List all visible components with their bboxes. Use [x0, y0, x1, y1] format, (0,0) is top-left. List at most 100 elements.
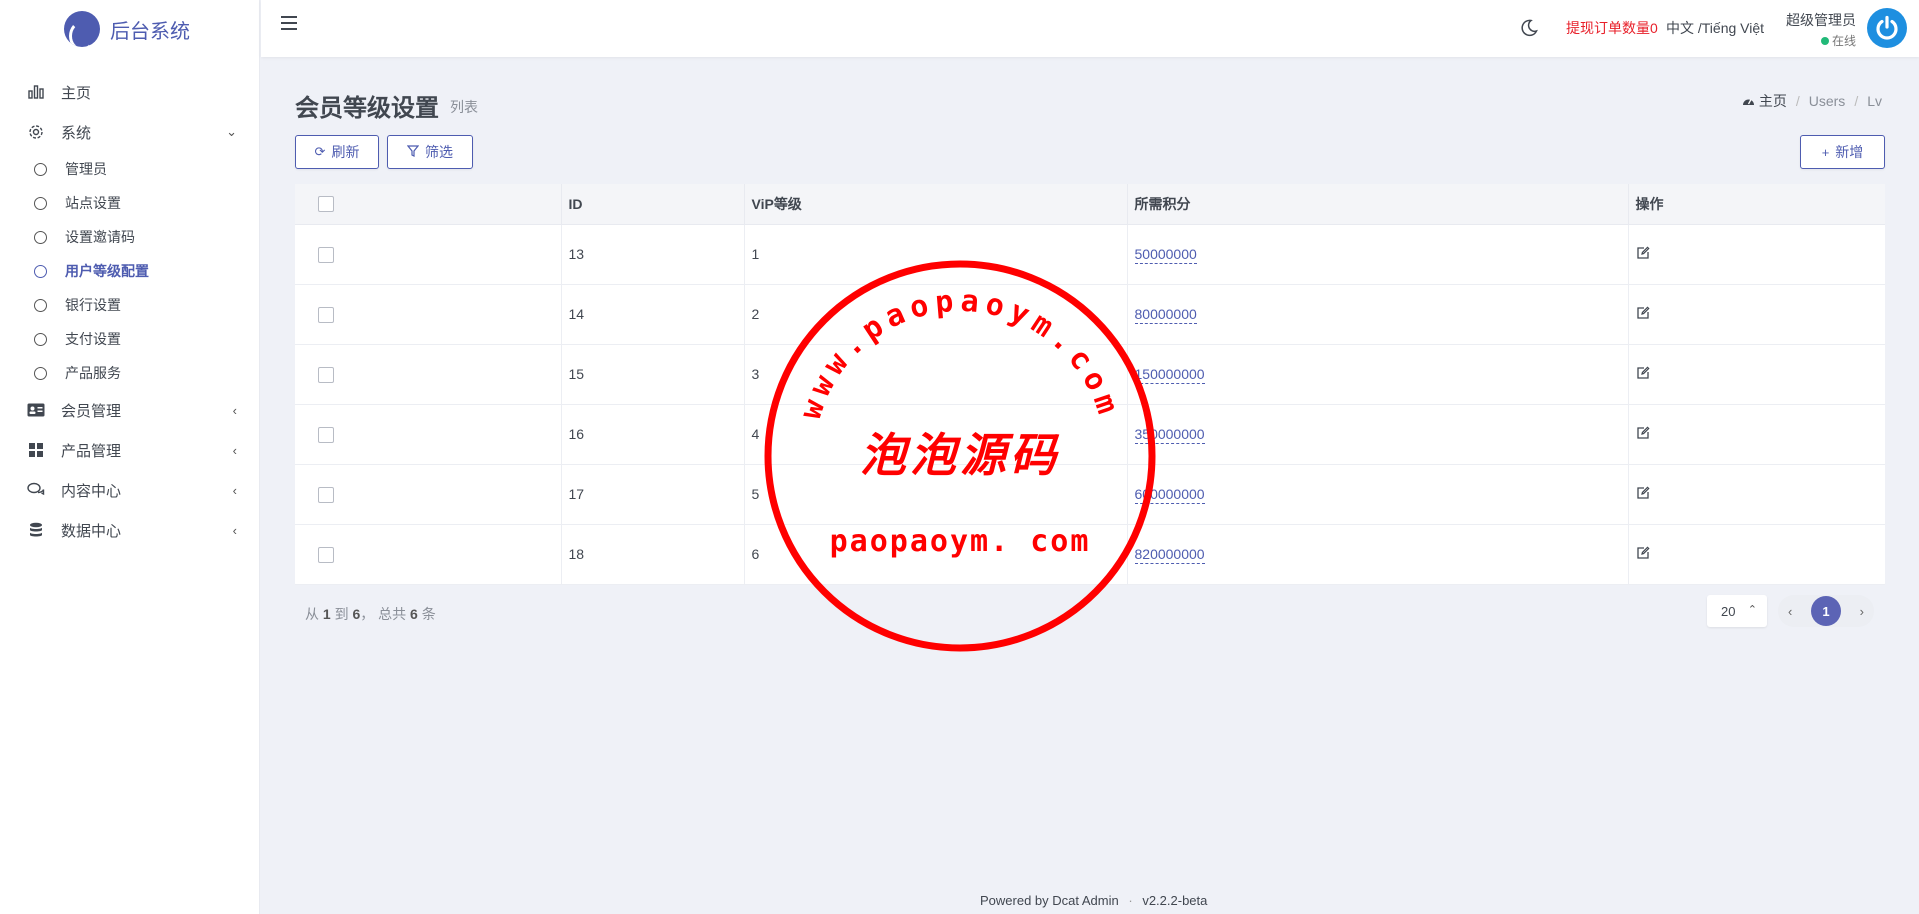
sidebar-subitem-bank[interactable]: 银行设置: [0, 288, 259, 322]
circle-icon: [34, 162, 47, 176]
circle-icon: [34, 298, 47, 312]
cell-points: 50000000: [1127, 224, 1629, 285]
points-editable-link[interactable]: 820000000: [1134, 546, 1205, 564]
column-header-vip-level: ViP等级: [744, 184, 1128, 225]
footer: Powered by Dcat Admin · v2.2.2-beta: [980, 893, 1207, 908]
sidebar-subitem-admins[interactable]: 管理员: [0, 152, 259, 186]
next-page-button[interactable]: ›: [1860, 604, 1864, 619]
points-editable-link[interactable]: 50000000: [1134, 246, 1197, 264]
id-card-icon: [27, 401, 45, 419]
row-checkbox[interactable]: [318, 366, 334, 383]
cell-vip-level: 2: [744, 284, 1128, 345]
online-dot-icon: [1820, 37, 1829, 45]
summary-text: 从: [305, 606, 319, 622]
footer-version: v2.2.2-beta: [1142, 893, 1208, 908]
table-row: 17 5 600000000: [295, 464, 1885, 525]
page-button-current[interactable]: 1: [1811, 596, 1841, 626]
row-checkbox[interactable]: [318, 426, 334, 443]
row-select-cell: [295, 344, 562, 405]
cell-actions: [1628, 284, 1885, 345]
breadcrumb-item-users[interactable]: Users: [1809, 93, 1846, 109]
sidebar-item-data[interactable]: 数据中心 ‹: [0, 510, 259, 550]
edit-icon[interactable]: [1636, 305, 1650, 320]
language-switch[interactable]: 中文 /Tiếng Việt: [1666, 18, 1764, 38]
chevron-left-icon: ‹: [232, 442, 237, 458]
row-checkbox[interactable]: [318, 306, 334, 323]
bar-chart-icon: [27, 83, 45, 101]
sidebar-item-products[interactable]: 产品管理 ‹: [0, 430, 259, 470]
gear-icon: [27, 123, 45, 141]
prev-page-button[interactable]: ‹: [1788, 604, 1792, 619]
column-header-id[interactable]: ID: [561, 184, 745, 225]
sidebar-subitem-label: 站点设置: [65, 195, 121, 211]
breadcrumb-item-lv: Lv: [1867, 93, 1882, 109]
cell-actions: [1628, 524, 1885, 585]
chevron-left-icon: ‹: [232, 482, 237, 498]
row-select-cell: [295, 524, 562, 585]
points-editable-link[interactable]: 350000000: [1134, 426, 1205, 444]
filter-icon: [406, 144, 420, 160]
cell-id: 15: [561, 344, 745, 405]
table-row: 16 4 350000000: [295, 404, 1885, 465]
breadcrumb-separator: /: [1854, 93, 1859, 109]
sidebar-item-label: 内容中心: [61, 482, 122, 500]
moon-icon[interactable]: [1519, 18, 1539, 38]
sidebar-item-content[interactable]: 内容中心 ‹: [0, 470, 259, 510]
sidebar-item-members[interactable]: 会员管理 ‹: [0, 390, 259, 430]
select-all-checkbox[interactable]: [318, 196, 334, 213]
edit-icon[interactable]: [1636, 425, 1650, 440]
circle-icon: [34, 332, 47, 346]
withdraw-orders-link[interactable]: 提现订单数量0: [1566, 18, 1658, 38]
sidebar-subitem-payment[interactable]: 支付设置: [0, 322, 259, 356]
refresh-icon: ⟳: [314, 144, 326, 159]
cell-points: 820000000: [1127, 524, 1629, 585]
cell-points: 350000000: [1127, 404, 1629, 465]
points-editable-link[interactable]: 600000000: [1134, 486, 1205, 504]
circle-icon: [34, 196, 47, 210]
breadcrumb-home[interactable]: 主页: [1742, 91, 1787, 111]
sidebar-subitem-site-settings[interactable]: 站点设置: [0, 186, 259, 220]
refresh-button-label: 刷新: [331, 144, 360, 160]
edit-icon[interactable]: [1636, 545, 1650, 560]
summary-text: 到: [334, 606, 349, 622]
cell-id: 17: [561, 464, 745, 525]
user-menu[interactable]: 超级管理员 在线: [1784, 10, 1856, 49]
sidebar-subitem-invite-code[interactable]: 设置邀请码: [0, 220, 259, 254]
row-checkbox[interactable]: [318, 486, 334, 503]
edit-icon[interactable]: [1636, 245, 1650, 260]
breadcrumb: 主页 / Users / Lv: [1742, 91, 1882, 111]
sidebar-item-home[interactable]: 主页: [0, 72, 259, 112]
edit-icon[interactable]: [1636, 365, 1650, 380]
cell-actions: [1628, 224, 1885, 285]
select-all-cell: [295, 184, 562, 225]
circle-icon: [34, 264, 47, 278]
user-name: 超级管理员: [1786, 12, 1856, 28]
table-row: 15 3 150000000: [295, 344, 1885, 405]
cell-id: 13: [561, 224, 745, 285]
footer-powered[interactable]: Powered by Dcat Admin: [980, 893, 1119, 908]
avatar[interactable]: [1867, 8, 1907, 48]
filter-button[interactable]: 筛选: [387, 135, 473, 169]
cell-vip-level: 5: [744, 464, 1128, 525]
cell-points: 600000000: [1127, 464, 1629, 525]
page-subtitle: 列表: [450, 99, 478, 115]
menu-toggle-icon[interactable]: [281, 16, 297, 30]
points-editable-link[interactable]: 150000000: [1134, 366, 1205, 384]
points-editable-link[interactable]: 80000000: [1134, 306, 1197, 324]
sidebar-item-system[interactable]: 系统 ⌄: [0, 112, 259, 152]
add-button[interactable]: + 新增: [1800, 135, 1885, 169]
brand[interactable]: 后台系统: [0, 0, 259, 58]
row-checkbox[interactable]: [318, 246, 334, 263]
plus-icon: +: [1821, 144, 1830, 160]
refresh-button[interactable]: ⟳ 刷新: [295, 135, 379, 169]
sidebar-subitem-product-service[interactable]: 产品服务: [0, 356, 259, 390]
per-page-select[interactable]: 20 ⌃: [1707, 595, 1767, 627]
edit-icon[interactable]: [1636, 485, 1650, 500]
footer-separator: ·: [1128, 893, 1133, 908]
power-icon: [1876, 15, 1898, 40]
sidebar-subitem-user-level[interactable]: 用户等级配置: [0, 254, 259, 288]
row-checkbox[interactable]: [318, 546, 334, 563]
database-icon: [27, 521, 45, 539]
sidebar-item-label: 会员管理: [61, 402, 122, 420]
row-select-cell: [295, 284, 562, 345]
